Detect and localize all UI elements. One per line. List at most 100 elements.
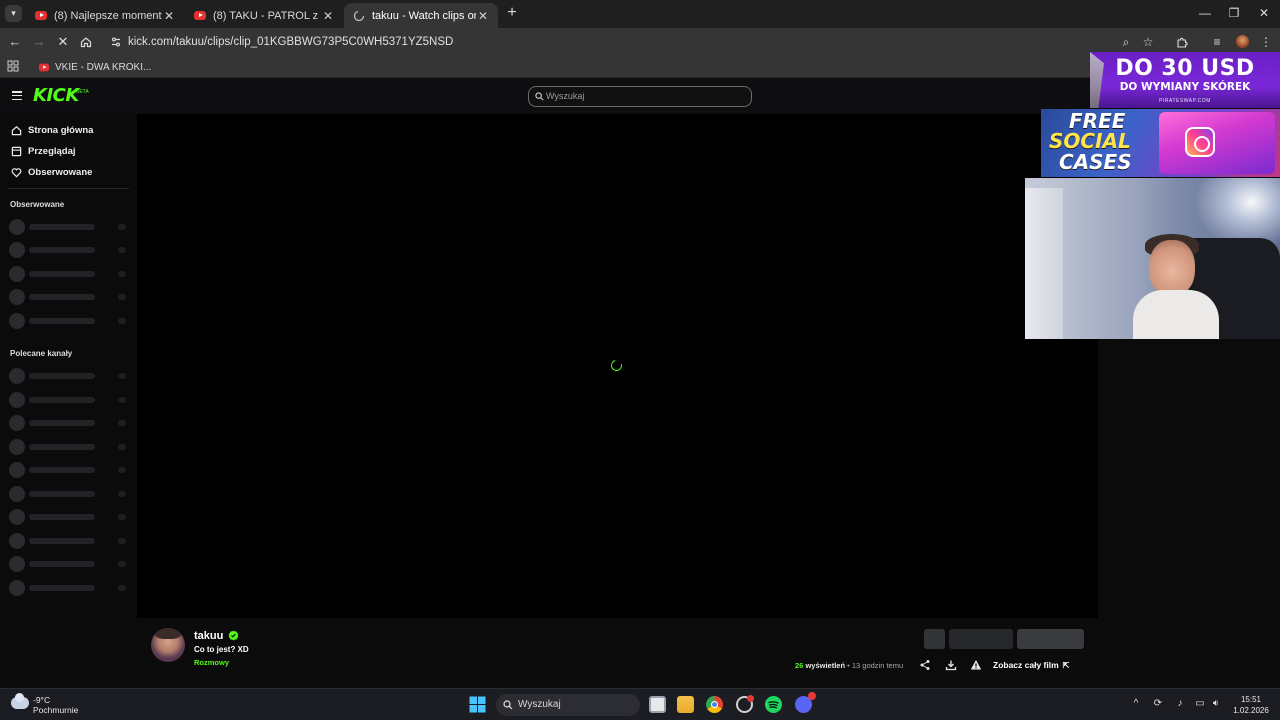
weather-condition[interactable]: Pochmurnie — [33, 705, 78, 715]
youtube-icon — [34, 9, 48, 23]
sidebar-item-home[interactable]: Strona główna — [10, 122, 93, 138]
sidebar-item-browse[interactable]: Przeglądaj — [10, 143, 76, 159]
webcam-shirt — [1133, 290, 1219, 339]
watch-full-video-label: Zobacz cały film — [993, 660, 1059, 670]
close-window-icon[interactable]: ✕ — [1256, 6, 1272, 20]
battery-icon[interactable]: ▭ — [1194, 698, 1206, 710]
bookmark-star-icon[interactable]: ☆ — [1140, 34, 1156, 50]
restore-icon[interactable]: ❐ — [1226, 6, 1242, 20]
view-count: 26 — [795, 661, 804, 670]
sidebar-item-label: Obserwowane — [28, 166, 93, 178]
tab-title: takuu - Watch clips on Kick — [372, 9, 476, 22]
task-view-icon[interactable] — [649, 696, 666, 713]
search-icon — [535, 92, 544, 101]
show-hidden-icons[interactable]: ^ — [1130, 698, 1142, 710]
recommended-channel-skeleton — [9, 368, 129, 384]
discord-icon[interactable] — [795, 692, 816, 713]
recommended-channel-skeleton — [9, 509, 129, 525]
back-button[interactable]: ← — [7, 34, 23, 50]
site-info-icon[interactable] — [110, 36, 122, 48]
sponsor-banner-pirateswap: DO 30 USD DO WYMIANY SKÓREK PIRATESWAP.C… — [1090, 52, 1280, 108]
recommended-channel-skeleton — [9, 580, 129, 596]
media-control-icon[interactable]: ≡ — [1209, 34, 1225, 50]
clip-title: Co to jest? XD — [194, 645, 249, 654]
address-bar[interactable]: kick.com/takuu/clips/clip_01KGBBWG73P5C0… — [106, 31, 1106, 53]
browser-tab-1[interactable]: (8) Najlepsze momenty na IEM ✕ — [26, 3, 184, 28]
sidebar-item-label: Przeglądaj — [28, 145, 76, 157]
sponsor-banner-social-cases: FREE SOCIAL CASES — [1041, 109, 1280, 177]
clock-time: 15:51 — [1240, 695, 1262, 704]
followed-channel-skeleton — [9, 242, 129, 258]
recommended-channel-skeleton — [9, 392, 129, 408]
taskbar-search[interactable]: Wyszukaj — [496, 694, 640, 716]
browse-icon — [10, 145, 22, 157]
close-tab-icon[interactable]: ✕ — [476, 9, 490, 23]
recommended-section-title: Polecane kanały — [10, 349, 73, 358]
forward-button[interactable]: → — [31, 34, 47, 50]
beta-badge: BETA — [76, 89, 89, 95]
profile-avatar[interactable] — [1234, 34, 1250, 50]
clip-info-bar: takuu Co to jest? XD Rozmowy 26 wyświetl… — [137, 618, 1098, 688]
followed-section-title: Obserwowane — [10, 200, 65, 209]
browser-menu-icon[interactable]: ⋮ — [1258, 34, 1274, 50]
clip-category-link[interactable]: Rozmowy — [194, 658, 229, 667]
search-placeholder: Wyszukaj — [546, 91, 585, 101]
bookmark-item[interactable]: VKIE - DWA KROKI... — [38, 59, 151, 75]
loading-spinner-icon — [608, 357, 625, 374]
channel-name[interactable]: takuu — [194, 630, 223, 642]
promo-line-2: SOCIAL — [1049, 129, 1131, 153]
watch-full-video-button[interactable]: Zobacz cały film ⇱ — [993, 658, 1069, 672]
app-icon[interactable] — [736, 695, 754, 713]
search-icon — [503, 700, 513, 710]
apps-grid-icon[interactable] — [7, 60, 19, 72]
followed-channel-skeleton — [9, 289, 129, 305]
weather-temp[interactable]: -9°C — [33, 695, 50, 705]
home-button[interactable] — [78, 34, 94, 50]
channel-avatar[interactable] — [151, 628, 185, 662]
cloud-icon[interactable] — [11, 693, 29, 709]
instagram-icon — [1185, 127, 1215, 157]
youtube-icon — [193, 9, 207, 23]
zoom-icon[interactable]: ⌕ — [1118, 34, 1134, 50]
taskbar-search-label: Wyszukaj — [518, 699, 561, 710]
sidebar-item-following[interactable]: Obserwowane — [10, 164, 92, 180]
file-explorer-icon[interactable] — [677, 696, 694, 713]
kick-header: KICK BETA Wyszukaj — [0, 79, 1280, 113]
sidebar-divider — [8, 188, 129, 189]
browser-tab-3-active[interactable]: takuu - Watch clips on Kick ✕ — [344, 3, 498, 28]
audio-device-icon[interactable]: ♪ — [1174, 698, 1186, 710]
browser-tab-bar: ▾ (8) Najlepsze momenty na IEM ✕ (8) TAK… — [0, 0, 1280, 28]
action-button-skeleton — [924, 629, 945, 649]
report-icon[interactable] — [970, 659, 982, 671]
download-icon[interactable] — [945, 659, 957, 671]
stop-loading-button[interactable]: ✕ — [55, 34, 71, 50]
kick-logo[interactable]: KICK — [33, 85, 79, 106]
volume-icon[interactable]: 🔉︎ — [1210, 698, 1222, 710]
spotify-icon[interactable] — [765, 696, 782, 713]
extensions-icon[interactable] — [1174, 34, 1190, 50]
recommended-channel-skeleton — [9, 439, 129, 455]
close-tab-icon[interactable]: ✕ — [321, 9, 335, 23]
tab-search-button[interactable]: ▾ — [5, 5, 22, 22]
new-tab-button[interactable]: + — [504, 5, 520, 21]
clip-stats: 26 wyświetleń • 13 godzin temu — [795, 661, 903, 670]
search-input[interactable]: Wyszukaj — [528, 86, 752, 107]
menu-icon[interactable] — [12, 91, 22, 101]
close-tab-icon[interactable]: ✕ — [162, 9, 176, 23]
chest-graphic — [1159, 112, 1275, 174]
followed-channel-skeleton — [9, 266, 129, 282]
tab-title: (8) Najlepsze momenty na IEM — [54, 9, 162, 22]
sync-icon[interactable]: ⟳ — [1152, 698, 1164, 710]
share-icon[interactable] — [919, 659, 931, 671]
recommended-channel-skeleton — [9, 486, 129, 502]
view-label: wyświetleń — [805, 661, 846, 670]
browser-tab-2[interactable]: (8) TAKU - PATROL z RUDĄ i KA ✕ — [185, 3, 343, 28]
webcam-wall — [1063, 178, 1133, 339]
bookmarks-bar: VKIE - DWA KROKI... — [0, 56, 1280, 78]
sponsor-subheadline: DO WYMIANY SKÓREK — [1119, 81, 1251, 93]
video-player[interactable] — [137, 114, 1098, 618]
chrome-icon[interactable] — [706, 696, 723, 713]
minimize-icon[interactable]: — — [1197, 6, 1213, 20]
windows-start-icon[interactable] — [469, 696, 486, 713]
taskbar-clock[interactable]: 15:51 1.02.2026 — [1228, 694, 1274, 716]
